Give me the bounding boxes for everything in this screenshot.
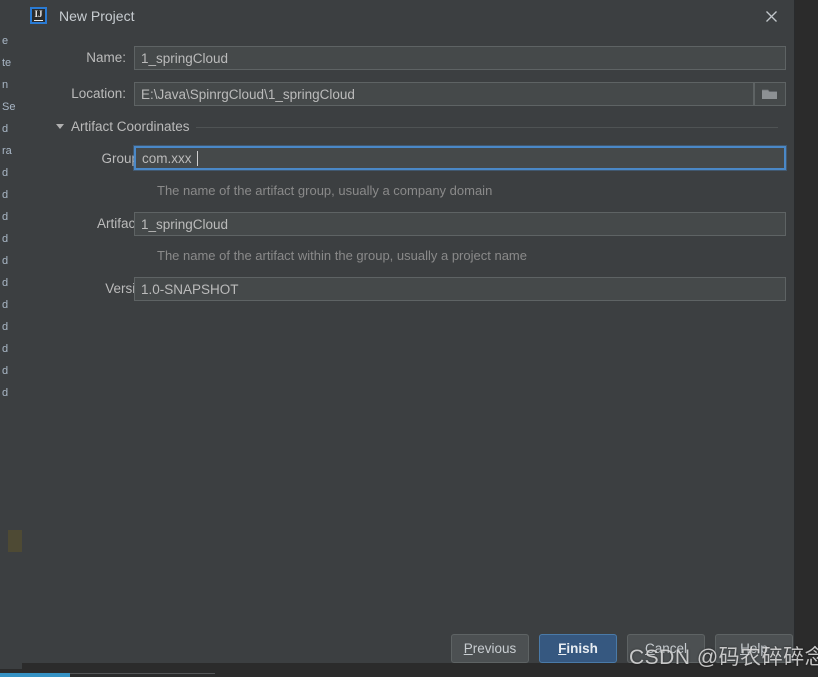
app-icon-text: IJ [34,9,43,21]
location-input[interactable] [134,82,754,106]
dialog-title: New Project [59,8,135,24]
bg-fragment: d [2,277,9,289]
bg-fragment: d [2,365,9,377]
artifactid-hint: The name of the artifact within the grou… [157,248,527,263]
help-button[interactable]: Help [715,634,793,663]
bg-fragment: n [2,79,9,91]
bg-fragment: d [2,211,9,223]
name-input[interactable] [134,46,786,70]
bg-fragment: d [2,387,9,399]
status-bar-accent [0,673,70,677]
name-label: Name: [86,50,126,65]
location-label: Location: [71,86,126,101]
groupid-input[interactable] [134,146,786,170]
previous-button[interactable]: Previous [451,634,529,663]
finish-button-label: Finish [558,641,598,656]
editor-scrollbar-marker[interactable] [8,530,22,552]
finish-button[interactable]: Finish [539,634,617,663]
text-caret [197,151,198,166]
bg-fragment: d [2,255,9,267]
section-divider [196,127,778,128]
dialog-titlebar: IJ New Project [22,0,794,33]
help-button-label: Help [740,641,768,656]
version-input[interactable] [134,277,786,301]
chevron-down-icon[interactable] [56,124,64,129]
artifactid-input[interactable] [134,212,786,236]
bg-fragment: d [2,321,9,333]
bg-fragment: d [2,299,9,311]
bg-fragment: ra [2,145,12,157]
folder-icon[interactable] [754,82,786,106]
status-bar-divider [70,673,215,674]
new-project-dialog: IJ New Project Name: Location: Artifact … [22,0,795,663]
groupid-hint: The name of the artifact group, usually … [157,183,493,198]
cancel-button[interactable]: Cancel [627,634,705,663]
intellij-idea-icon: IJ [30,7,47,24]
cancel-button-label: Cancel [644,641,688,656]
bg-fragment: d [2,167,9,179]
artifact-coordinates-title: Artifact Coordinates [71,119,190,134]
background-ide-strip: e te n Se d ra d d d d d d d d d d d [0,0,22,677]
artifact-coordinates-section-header[interactable]: Artifact Coordinates [56,118,778,136]
bg-fragment: te [2,57,12,69]
screen: e te n Se d ra d d d d d d d d d d d IJ … [0,0,818,677]
bg-fragment: d [2,123,9,135]
bg-fragment: d [2,233,9,245]
bg-fragment: d [2,189,9,201]
bg-fragment: Se [2,101,16,113]
ide-status-bar [0,669,818,677]
previous-button-label: Previous [463,641,517,656]
bg-fragment: e [2,35,9,47]
close-icon[interactable] [756,4,786,30]
bg-fragment: d [2,343,9,355]
